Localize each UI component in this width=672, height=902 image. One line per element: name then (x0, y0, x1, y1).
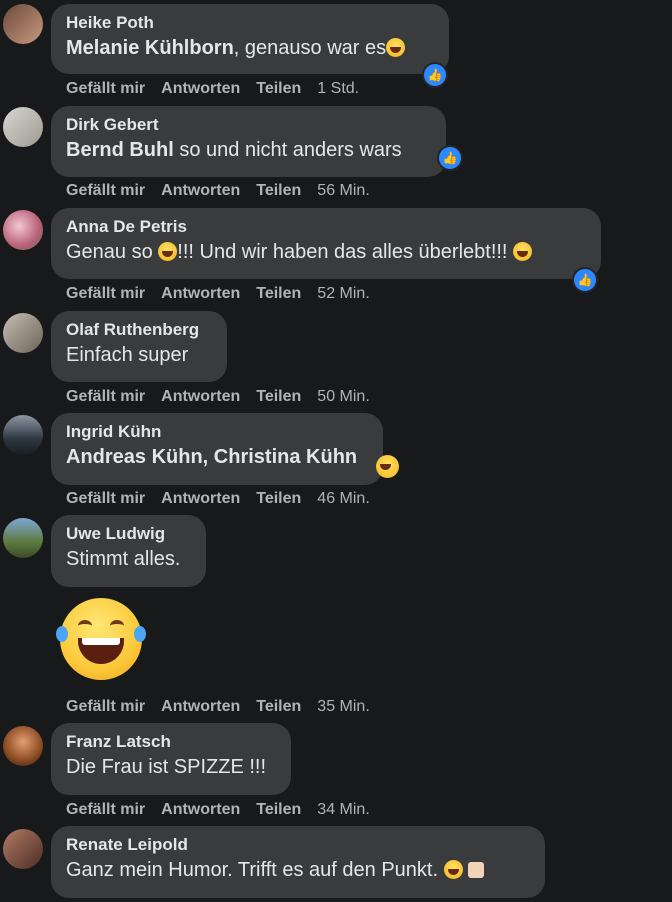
tears-of-joy-icon (443, 860, 463, 879)
share-button[interactable]: Teilen (256, 698, 301, 715)
comment-bubble: Ingrid Kühn Andreas Kühn, Christina Kühn (51, 413, 383, 485)
sticker-teeth (82, 638, 120, 645)
thumbs-up-icon[interactable]: 👍 (437, 145, 463, 171)
comment-bubble: Franz Latsch Die Frau ist SPIZZE !!! (51, 723, 291, 795)
mention-link[interactable]: Andreas Kühn, Christina Kühn (66, 446, 357, 468)
like-button[interactable]: Gefällt mir (66, 698, 145, 715)
thumbs-up-icon[interactable]: 👍 (572, 267, 598, 293)
comment-body: so und nicht anders wars (173, 139, 402, 161)
comment-body: Genau so (66, 241, 159, 263)
comment-bubble: Uwe Ludwig Stimmt alles. (51, 515, 206, 587)
comment-actions: Gefällt mir Antworten Teilen 46 Min. (66, 489, 370, 509)
share-button[interactable]: Teilen (256, 490, 301, 507)
avatar[interactable] (3, 415, 43, 455)
reply-button[interactable]: Antworten (161, 698, 240, 715)
sticker-tear (56, 626, 68, 642)
avatar[interactable] (3, 518, 43, 558)
comment-actions: Gefällt mir Antworten Teilen 52 Min. (66, 284, 370, 304)
comment-actions: Gefällt mir Antworten Teilen 50 Min. (66, 387, 370, 407)
comment-actions: Gefällt mir Antworten Teilen 35 Min. (66, 697, 370, 717)
share-button[interactable]: Teilen (256, 388, 301, 405)
like-button[interactable]: Gefällt mir (66, 182, 145, 199)
comment-author[interactable]: Heike Poth (66, 13, 434, 33)
comment-author[interactable]: Olaf Ruthenberg (66, 320, 212, 340)
tears-of-joy-icon (158, 242, 178, 261)
share-button[interactable]: Teilen (256, 801, 301, 818)
laughing-sticker[interactable] (56, 598, 146, 680)
sticker-eye (78, 620, 92, 632)
sticker-tear (134, 626, 146, 642)
grinning-face-icon (513, 242, 533, 261)
comment-text: Melanie Kühlborn, genauso war es (66, 35, 434, 61)
reply-button[interactable]: Antworten (161, 285, 240, 302)
comment-body: , genauso war es (233, 37, 387, 59)
avatar[interactable] (3, 210, 43, 250)
comment-text: Ganz mein Humor. Trifft es auf den Punkt… (66, 857, 530, 883)
comment-bubble: Anna De Petris Genau so !!! Und wir habe… (51, 208, 601, 279)
timestamp[interactable]: 1 Std. (317, 80, 359, 97)
like-button[interactable]: Gefällt mir (66, 490, 145, 507)
reply-button[interactable]: Antworten (161, 801, 240, 818)
timestamp[interactable]: 46 Min. (317, 490, 369, 507)
comment-author[interactable]: Uwe Ludwig (66, 524, 191, 544)
reply-button[interactable]: Antworten (161, 388, 240, 405)
comment-author[interactable]: Dirk Gebert (66, 115, 431, 135)
sticker-eye (110, 620, 124, 632)
comment-text: Stimmt alles. (66, 548, 181, 570)
comment-body: !!! Und wir haben das alles überlebt!!! (177, 241, 514, 263)
comment-actions: Gefällt mir Antworten Teilen 56 Min. (66, 181, 370, 201)
comment-bubble: Dirk Gebert Bernd Buhl so und nicht ande… (51, 106, 446, 177)
like-button[interactable]: Gefällt mir (66, 285, 145, 302)
mention-link[interactable]: Melanie Kühlborn (66, 37, 234, 59)
share-button[interactable]: Teilen (256, 80, 301, 97)
avatar[interactable] (3, 107, 43, 147)
timestamp[interactable]: 50 Min. (317, 388, 369, 405)
comment-bubble: Renate Leipold Ganz mein Humor. Trifft e… (51, 826, 545, 898)
avatar[interactable] (3, 726, 43, 766)
avatar[interactable] (3, 4, 43, 44)
comment-text: Genau so !!! Und wir haben das alles übe… (66, 239, 586, 265)
comment-body: Ganz mein Humor. Trifft es auf den Punkt… (66, 859, 444, 881)
comment-actions: Gefällt mir Antworten Teilen 1 Std. (66, 79, 359, 99)
thumbs-up-icon[interactable]: 👍 (422, 62, 448, 88)
avatar[interactable] (3, 313, 43, 353)
comment-author[interactable]: Renate Leipold (66, 835, 530, 855)
comment-bubble: Heike Poth Melanie Kühlborn, genauso war… (51, 4, 449, 74)
comment-text: Andreas Kühn, Christina Kühn (66, 444, 368, 470)
tears-of-joy-icon (376, 455, 399, 478)
comment-text: Bernd Buhl so und nicht anders wars (66, 137, 431, 163)
timestamp[interactable]: 34 Min. (317, 801, 369, 818)
thumbs-up-emoji-icon (468, 862, 485, 878)
avatar[interactable] (3, 829, 43, 869)
reply-button[interactable]: Antworten (161, 182, 240, 199)
timestamp[interactable]: 35 Min. (317, 698, 369, 715)
like-button[interactable]: Gefällt mir (66, 801, 145, 818)
timestamp[interactable]: 52 Min. (317, 285, 369, 302)
reply-button[interactable]: Antworten (161, 80, 240, 97)
comment-actions: Gefällt mir Antworten Teilen 34 Min. (66, 800, 370, 820)
like-button[interactable]: Gefällt mir (66, 80, 145, 97)
comment-bubble: Olaf Ruthenberg Einfach super (51, 311, 227, 382)
comment-text: Die Frau ist SPIZZE !!! (66, 756, 267, 778)
like-button[interactable]: Gefällt mir (66, 388, 145, 405)
share-button[interactable]: Teilen (256, 285, 301, 302)
timestamp[interactable]: 56 Min. (317, 182, 369, 199)
tears-of-joy-icon (386, 38, 406, 57)
mention-link[interactable]: Bernd Buhl (66, 139, 174, 161)
comment-author[interactable]: Franz Latsch (66, 732, 276, 752)
comment-author[interactable]: Anna De Petris (66, 217, 586, 237)
comment-text: Einfach super (66, 344, 189, 366)
reply-button[interactable]: Antworten (161, 490, 240, 507)
comment-author[interactable]: Ingrid Kühn (66, 422, 368, 442)
share-button[interactable]: Teilen (256, 182, 301, 199)
